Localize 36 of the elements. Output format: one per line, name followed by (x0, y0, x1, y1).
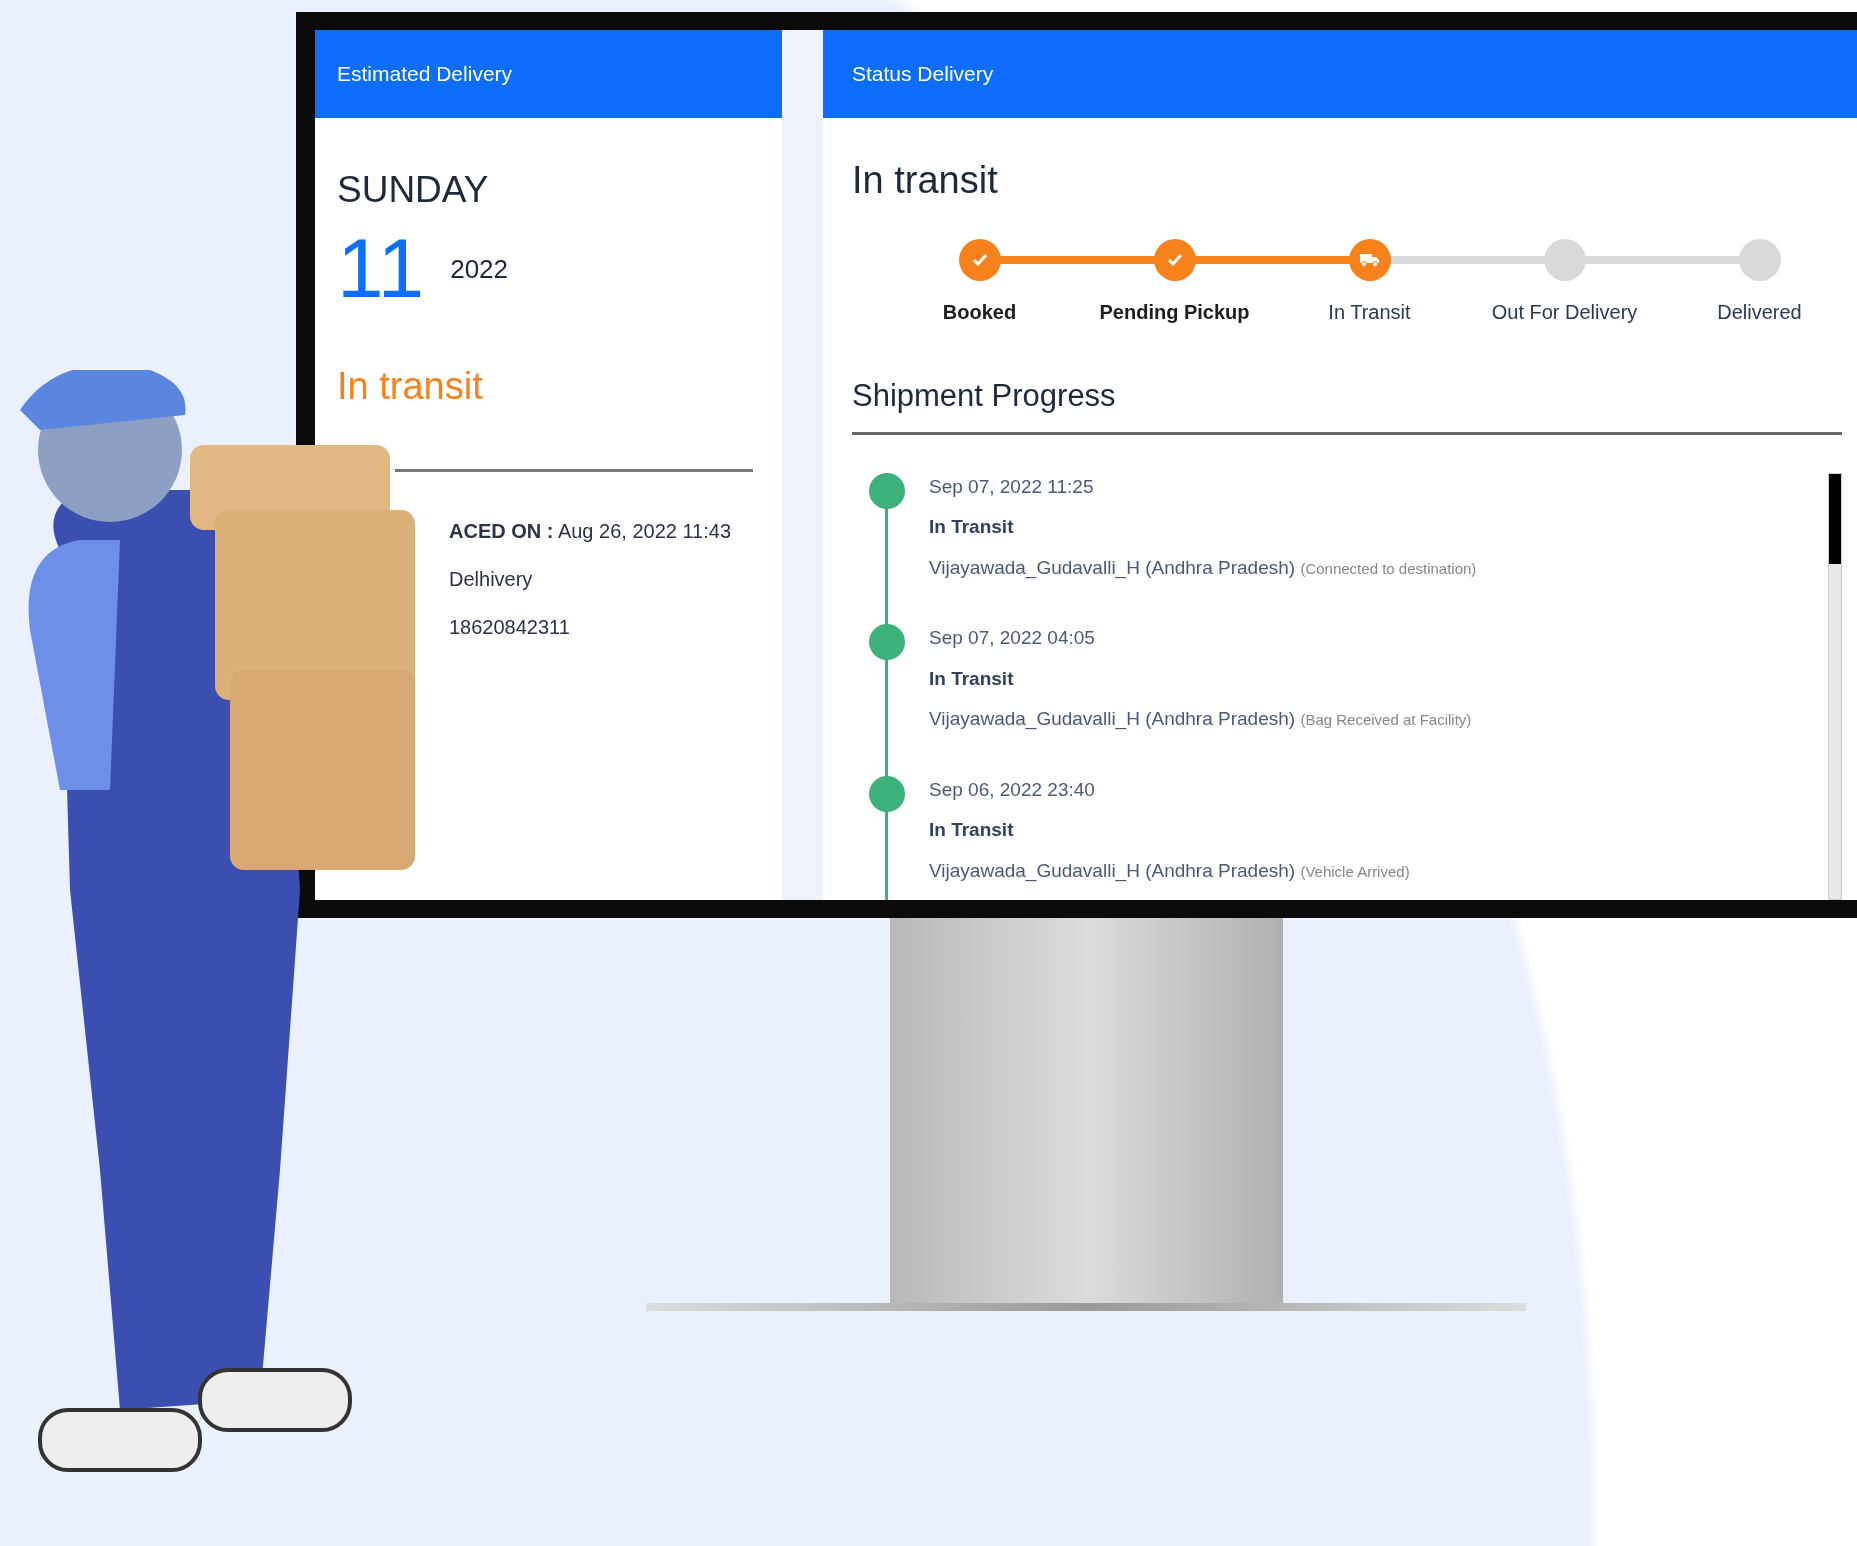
step-label: Pending Pickup (1099, 300, 1250, 325)
event-time: Sep 07, 2022 11:25 (929, 474, 1095, 499)
timeline-dot (869, 775, 905, 812)
delivery-year: 2022 (450, 252, 509, 286)
step-label: In Transit (1328, 300, 1411, 325)
card-header: Status Delivery (823, 30, 1857, 118)
event-note: (Vehicle Arrived) (1300, 862, 1410, 880)
card-header: Estimated Delivery (315, 30, 782, 118)
event-location: Vijayawada_Gudavalli_H (Andhra Pradesh) (929, 708, 1296, 729)
scrollbar[interactable] (1828, 472, 1842, 900)
event-status: In Transit (929, 515, 1015, 539)
event-location: Vijayawada_Gudavalli_H (Andhra Pradesh) (929, 556, 1296, 578)
shipment-status-title: In transit (852, 158, 999, 203)
delivery-status: In transit (337, 363, 484, 409)
event-status: In Transit (929, 666, 1015, 691)
step-label: Out For Delivery (1491, 300, 1638, 325)
timeline-dot (869, 624, 905, 660)
event-note: (Bag Received at Facility) (1300, 711, 1472, 728)
order-detail: ACED ON : Aug 26, 2022 11:43 (449, 518, 733, 544)
event-note: (Connected to destination) (1300, 559, 1477, 577)
truck-icon (1359, 253, 1380, 267)
event-time: Sep 07, 2022 04:05 (929, 626, 1096, 650)
event-location: Vijayawada_Gudavalli_H (Andhra Pradesh) (929, 859, 1296, 881)
section-title: Shipment Progress (852, 377, 1117, 415)
order-detail: Delhivery (449, 566, 534, 592)
timeline-dot (869, 472, 905, 509)
event-time: Sep 06, 2022 23:40 (929, 777, 1096, 802)
delivery-day: SUNDAY (337, 162, 782, 218)
delivery-date: 11 (337, 225, 425, 310)
order-detail: 18620842311 (449, 614, 571, 640)
check-icon (1166, 253, 1183, 267)
check-icon (971, 253, 988, 267)
event-status: In Transit (929, 818, 1015, 842)
step-label: Delivered (1717, 300, 1802, 325)
step-label: Booked (942, 300, 1017, 325)
scrollbar-thumb[interactable] (1829, 473, 1841, 564)
